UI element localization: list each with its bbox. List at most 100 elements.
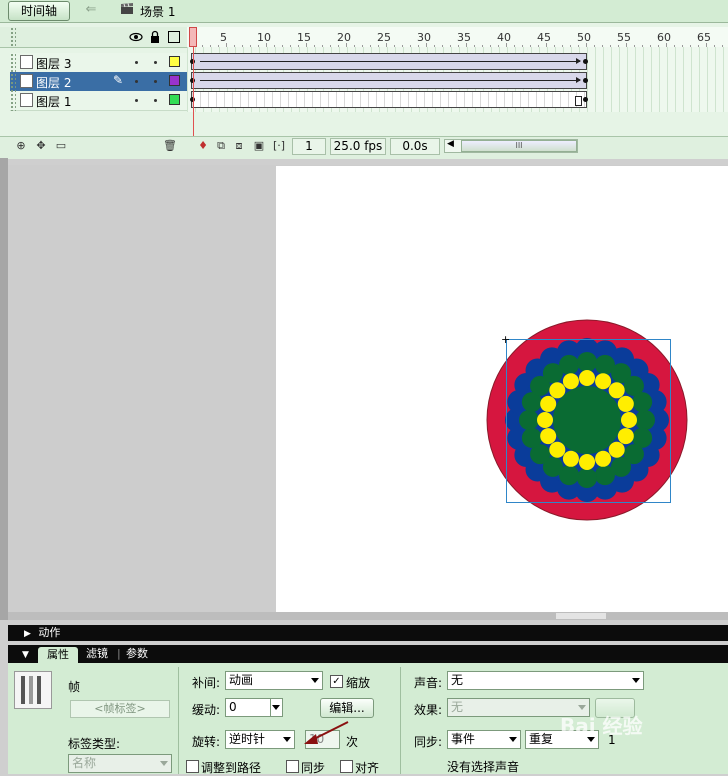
actions-panel-bar[interactable]: ▶ 动作: [8, 625, 728, 641]
ruler-number: 40: [497, 31, 511, 44]
clapper-icon: [121, 3, 133, 14]
snap-label: 对齐: [355, 761, 380, 775]
keyframe-dot[interactable]: [583, 97, 588, 102]
rotate-label: 旋转:: [192, 735, 221, 749]
snap-checkbox[interactable]: [340, 760, 353, 773]
sync-checkbox[interactable]: [286, 760, 299, 773]
keyframe-dot[interactable]: [583, 78, 588, 83]
tween-select[interactable]: 动画: [225, 671, 323, 690]
tab-params[interactable]: 参数: [126, 645, 148, 663]
effect-value: 无: [451, 700, 464, 714]
scroll-left-icon[interactable]: ◀: [447, 139, 454, 149]
keyframe-dot[interactable]: [583, 59, 588, 64]
layer-name[interactable]: 图层 3: [36, 55, 71, 72]
timeline-toggle-button[interactable]: 时间轴: [8, 1, 70, 21]
ruler-number: 25: [377, 31, 391, 44]
layer-outline-color[interactable]: [169, 75, 180, 86]
back-arrow-icon[interactable]: ⇐: [80, 2, 102, 18]
label-type-value: 名称: [72, 756, 97, 770]
onion-markers-icon[interactable]: [·]: [272, 139, 286, 153]
label-type-select[interactable]: 名称: [68, 754, 172, 773]
ruler-number: 30: [417, 31, 431, 44]
ease-label: 缓动:: [192, 703, 221, 717]
onion-skin-icon[interactable]: ⧉: [214, 139, 228, 153]
end-frame-marker[interactable]: [575, 96, 582, 106]
edit-ease-button[interactable]: 编辑...: [320, 698, 374, 718]
frame-rate-field[interactable]: 25.0 fps: [330, 138, 386, 155]
stage-scroll-thumb[interactable]: [556, 613, 606, 619]
edit-bar: [0, 0, 728, 23]
sync-check-label: 同步: [301, 761, 326, 775]
add-guide-layer-icon[interactable]: ✥: [34, 139, 48, 153]
lock-dot[interactable]: [154, 99, 157, 102]
layer-outline-color[interactable]: [169, 56, 180, 67]
layer-outline-color[interactable]: [169, 94, 180, 105]
ruler-number: 65: [697, 31, 711, 44]
visibility-dot[interactable]: [135, 61, 138, 64]
eye-icon[interactable]: [129, 30, 143, 44]
layer-name[interactable]: 图层 2: [36, 74, 71, 91]
lock-icon[interactable]: [148, 30, 162, 44]
layer-page-icon: [20, 55, 33, 69]
sync-select[interactable]: 事件: [447, 730, 521, 749]
elapsed-time-field: 0.0s: [390, 138, 440, 155]
outline-icon[interactable]: [167, 30, 181, 44]
ruler-number: 55: [617, 31, 631, 44]
tween-label: 补间:: [192, 676, 221, 690]
no-sound-text: 没有选择声音: [447, 760, 520, 774]
layer-page-icon: [20, 74, 33, 88]
add-folder-icon[interactable]: ▭: [54, 139, 68, 153]
properties-tab-strip: ▼ 滤镜 | 参数: [8, 645, 728, 663]
rotate-select[interactable]: 逆时针: [225, 730, 295, 749]
tab-divider: |: [117, 647, 121, 660]
ruler-number: 45: [537, 31, 551, 44]
collapse-arrow-icon[interactable]: ▼: [22, 650, 29, 660]
watermark: Bai 经验: [560, 714, 643, 738]
selection-bounding-box[interactable]: [506, 339, 671, 503]
layer-name[interactable]: 图层 1: [36, 93, 71, 110]
actions-label: 动作: [38, 626, 61, 639]
edit-multiple-frames-icon[interactable]: ▣: [252, 139, 266, 153]
scale-checkbox[interactable]: ✓: [330, 675, 343, 688]
rotate-value: 逆时针: [229, 732, 266, 746]
tween-arrow: [200, 58, 581, 64]
layer-grip: [10, 53, 16, 111]
panel-grip[interactable]: [10, 27, 16, 47]
frame-title: 帧: [68, 680, 81, 694]
current-frame-field: 1: [292, 138, 326, 155]
sound-select[interactable]: 无: [447, 671, 644, 690]
lock-dot[interactable]: [154, 80, 157, 83]
visibility-dot[interactable]: [135, 99, 138, 102]
visibility-dot[interactable]: [135, 80, 138, 83]
playhead[interactable]: [189, 27, 197, 47]
divider: [400, 667, 401, 774]
label-type-title: 标签类型:: [68, 737, 121, 751]
sound-label: 声音:: [414, 676, 443, 690]
orient-to-path-checkbox[interactable]: [186, 760, 199, 773]
ruler-number: 60: [657, 31, 671, 44]
ease-input[interactable]: 0: [225, 698, 271, 717]
ruler-number: 50: [577, 31, 591, 44]
onion-outline-icon[interactable]: ⧈: [232, 139, 246, 153]
frame-icon: [14, 671, 52, 709]
tab-filters[interactable]: 滤镜: [86, 645, 108, 663]
tab-properties[interactable]: 属性: [38, 647, 78, 663]
window-edge: [0, 158, 8, 620]
frame-label-input[interactable]: <帧标签>: [70, 700, 170, 718]
stage-hscroll[interactable]: [8, 612, 728, 620]
ease-dropdown-button[interactable]: [270, 698, 283, 717]
expand-arrow-icon[interactable]: ▶: [24, 629, 31, 639]
pencil-icon: ✎: [113, 73, 124, 87]
orient-to-path-label: 调整到路径: [201, 761, 262, 775]
tween-arrow: [200, 77, 581, 83]
static-span[interactable]: [191, 91, 587, 108]
center-frame-icon[interactable]: ♦: [196, 139, 210, 153]
lock-dot[interactable]: [154, 61, 157, 64]
ruler-number: 15: [297, 31, 311, 44]
tween-value: 动画: [229, 673, 254, 687]
layer-page-icon: [20, 93, 33, 107]
scene-name[interactable]: 场景 1: [140, 3, 175, 20]
timeline-scroll-thumb[interactable]: III: [461, 140, 577, 152]
add-layer-icon[interactable]: ⊕: [14, 139, 28, 153]
trash-icon[interactable]: 🗑: [163, 139, 177, 153]
